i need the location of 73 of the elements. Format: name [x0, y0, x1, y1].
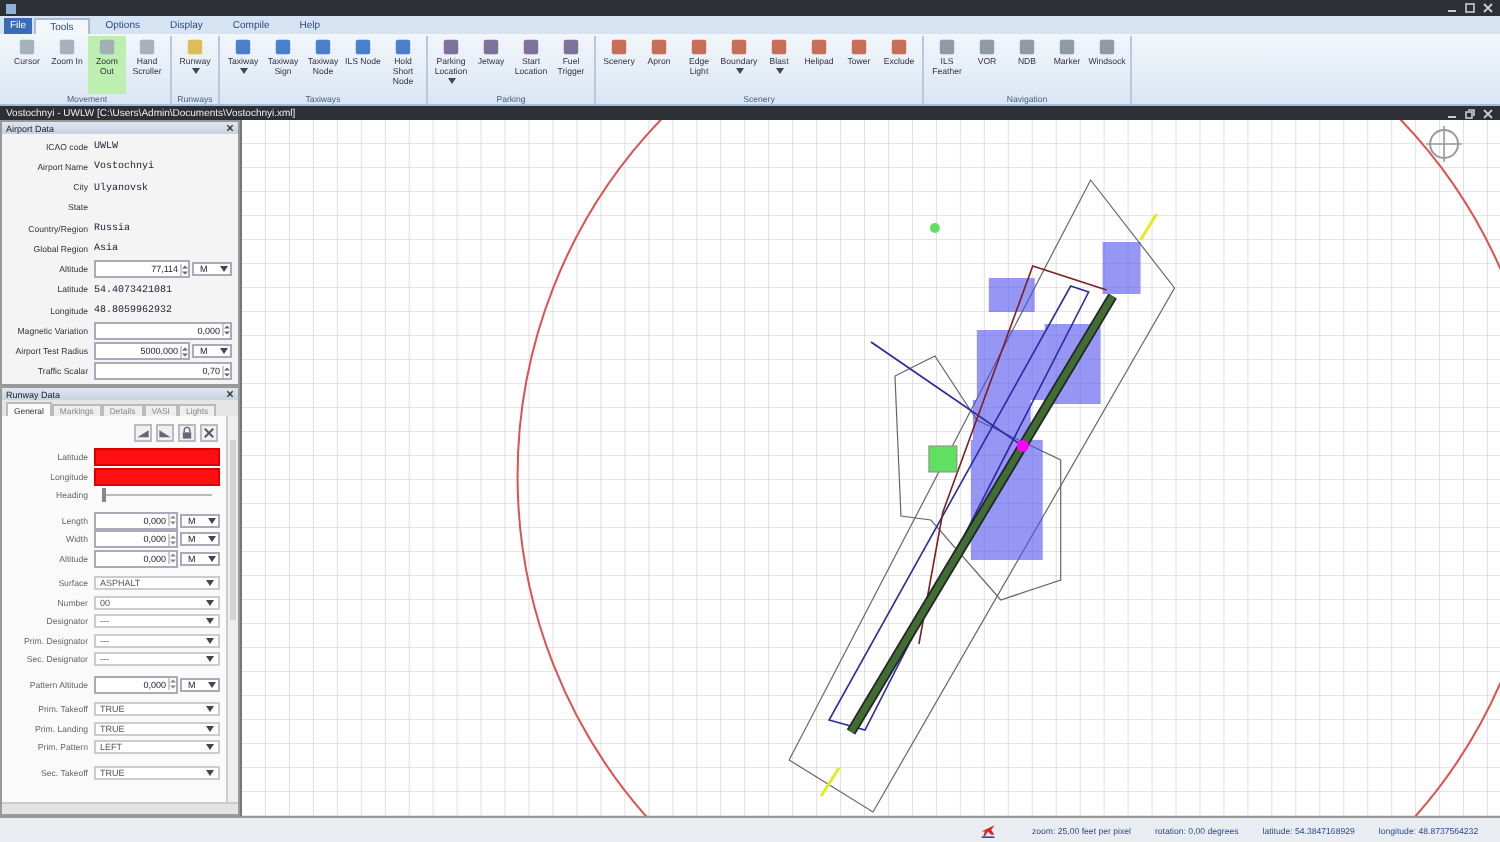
tool-icon — [18, 38, 36, 56]
tool-icon — [850, 38, 868, 56]
caret-icon — [208, 517, 216, 524]
caret-icon — [192, 67, 200, 74]
caret-icon — [206, 725, 214, 732]
lock-icon — [180, 426, 194, 440]
caret-icon — [240, 67, 248, 74]
spinner-icon[interactable] — [168, 678, 176, 691]
tool-icon — [650, 38, 668, 56]
app-icon — [6, 3, 16, 13]
horizontal-scrollbar[interactable] — [2, 802, 238, 814]
tool-icon — [442, 38, 460, 56]
tool-icon — [98, 38, 116, 56]
airplane-icon — [980, 822, 996, 838]
spinner-icon[interactable] — [180, 345, 188, 358]
caret-icon — [736, 67, 744, 74]
spinner-icon[interactable] — [222, 324, 230, 337]
tool-icon — [730, 38, 748, 56]
slope-up-icon — [136, 426, 150, 440]
caret-icon — [206, 580, 214, 587]
tool-icon — [482, 38, 500, 56]
caret-icon — [776, 67, 784, 74]
caret-icon — [206, 599, 214, 606]
tool-icon — [354, 38, 372, 56]
vertical-scrollbar[interactable] — [226, 416, 238, 802]
tool-icon — [138, 38, 156, 56]
slope-up-button[interactable] — [134, 424, 152, 442]
spinner-icon[interactable] — [180, 263, 188, 276]
tool-icon — [938, 38, 956, 56]
close-icon[interactable] — [226, 390, 234, 398]
caret-icon — [206, 769, 214, 776]
tool-icon — [1058, 38, 1076, 56]
close-icon[interactable] — [226, 124, 234, 132]
caret-icon — [220, 348, 228, 355]
tool-icon — [394, 38, 412, 56]
tool-icon — [610, 38, 628, 56]
tool-icon — [690, 38, 708, 56]
caret-icon — [206, 618, 214, 625]
caret-icon — [206, 656, 214, 663]
caret-icon — [208, 681, 216, 688]
caret-icon — [206, 637, 214, 644]
input-field[interactable] — [94, 467, 220, 486]
tool-icon — [274, 38, 292, 56]
spinner-icon[interactable] — [222, 365, 230, 378]
restore-icon[interactable] — [1464, 107, 1476, 119]
tool-icon — [1018, 38, 1036, 56]
tool-icon — [978, 38, 996, 56]
caret-icon — [220, 266, 228, 273]
tool-icon — [890, 38, 908, 56]
slope-down-icon — [158, 426, 172, 440]
close-icon — [202, 426, 216, 440]
tool-icon — [810, 38, 828, 56]
tool-icon — [1098, 38, 1116, 56]
tool-icon — [522, 38, 540, 56]
caret-icon — [448, 77, 456, 84]
slope-down-button[interactable] — [156, 424, 174, 442]
tool-icon — [770, 38, 788, 56]
caret-icon — [208, 536, 216, 543]
caret-icon — [206, 706, 214, 713]
spinner-icon[interactable] — [168, 552, 176, 565]
input-field[interactable] — [94, 448, 220, 467]
tool-icon — [562, 38, 580, 56]
delete-button[interactable] — [200, 424, 218, 442]
spinner-icon[interactable] — [168, 514, 176, 527]
maximize-icon[interactable] — [1464, 2, 1476, 14]
tool-icon — [314, 38, 332, 56]
tool-icon — [234, 38, 252, 56]
tool-icon — [186, 38, 204, 56]
spinner-icon[interactable] — [168, 533, 176, 546]
tool-icon — [58, 38, 76, 56]
caret-icon — [206, 744, 214, 751]
lock-button[interactable] — [178, 424, 196, 442]
caret-icon — [208, 555, 216, 562]
